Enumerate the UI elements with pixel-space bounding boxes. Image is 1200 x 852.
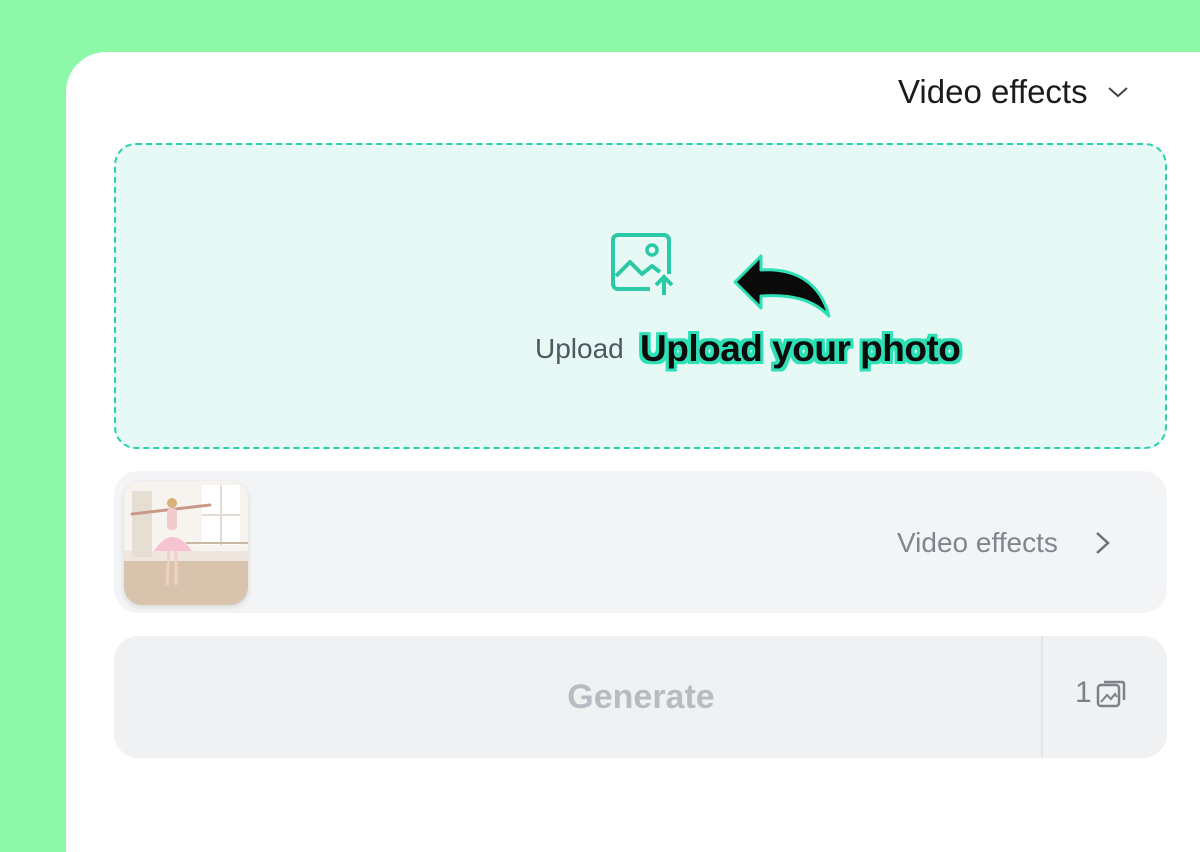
divider <box>1041 636 1043 758</box>
upload-callout: Upload your photo <box>640 328 961 369</box>
images-icon <box>1096 680 1125 708</box>
generate-label: Generate <box>567 677 715 716</box>
dropdown-label: Video effects <box>898 73 1088 110</box>
generate-button[interactable]: Generate <box>114 636 1042 758</box>
chevron-down-icon <box>1107 87 1128 98</box>
credit-count: 1 <box>1075 676 1126 710</box>
image-upload-icon <box>611 233 674 298</box>
upload-label: Upload <box>535 333 624 364</box>
chevron-right-icon <box>1096 532 1110 554</box>
ballerina-thumbnail[interactable] <box>124 481 248 605</box>
ballerina-photo <box>124 481 248 605</box>
curved-arrow-icon <box>733 254 831 318</box>
video-effects-label: Video effects <box>897 527 1058 558</box>
count-value: 1 <box>1075 676 1092 709</box>
video-effects-dropdown[interactable]: Video effects <box>898 72 1130 112</box>
